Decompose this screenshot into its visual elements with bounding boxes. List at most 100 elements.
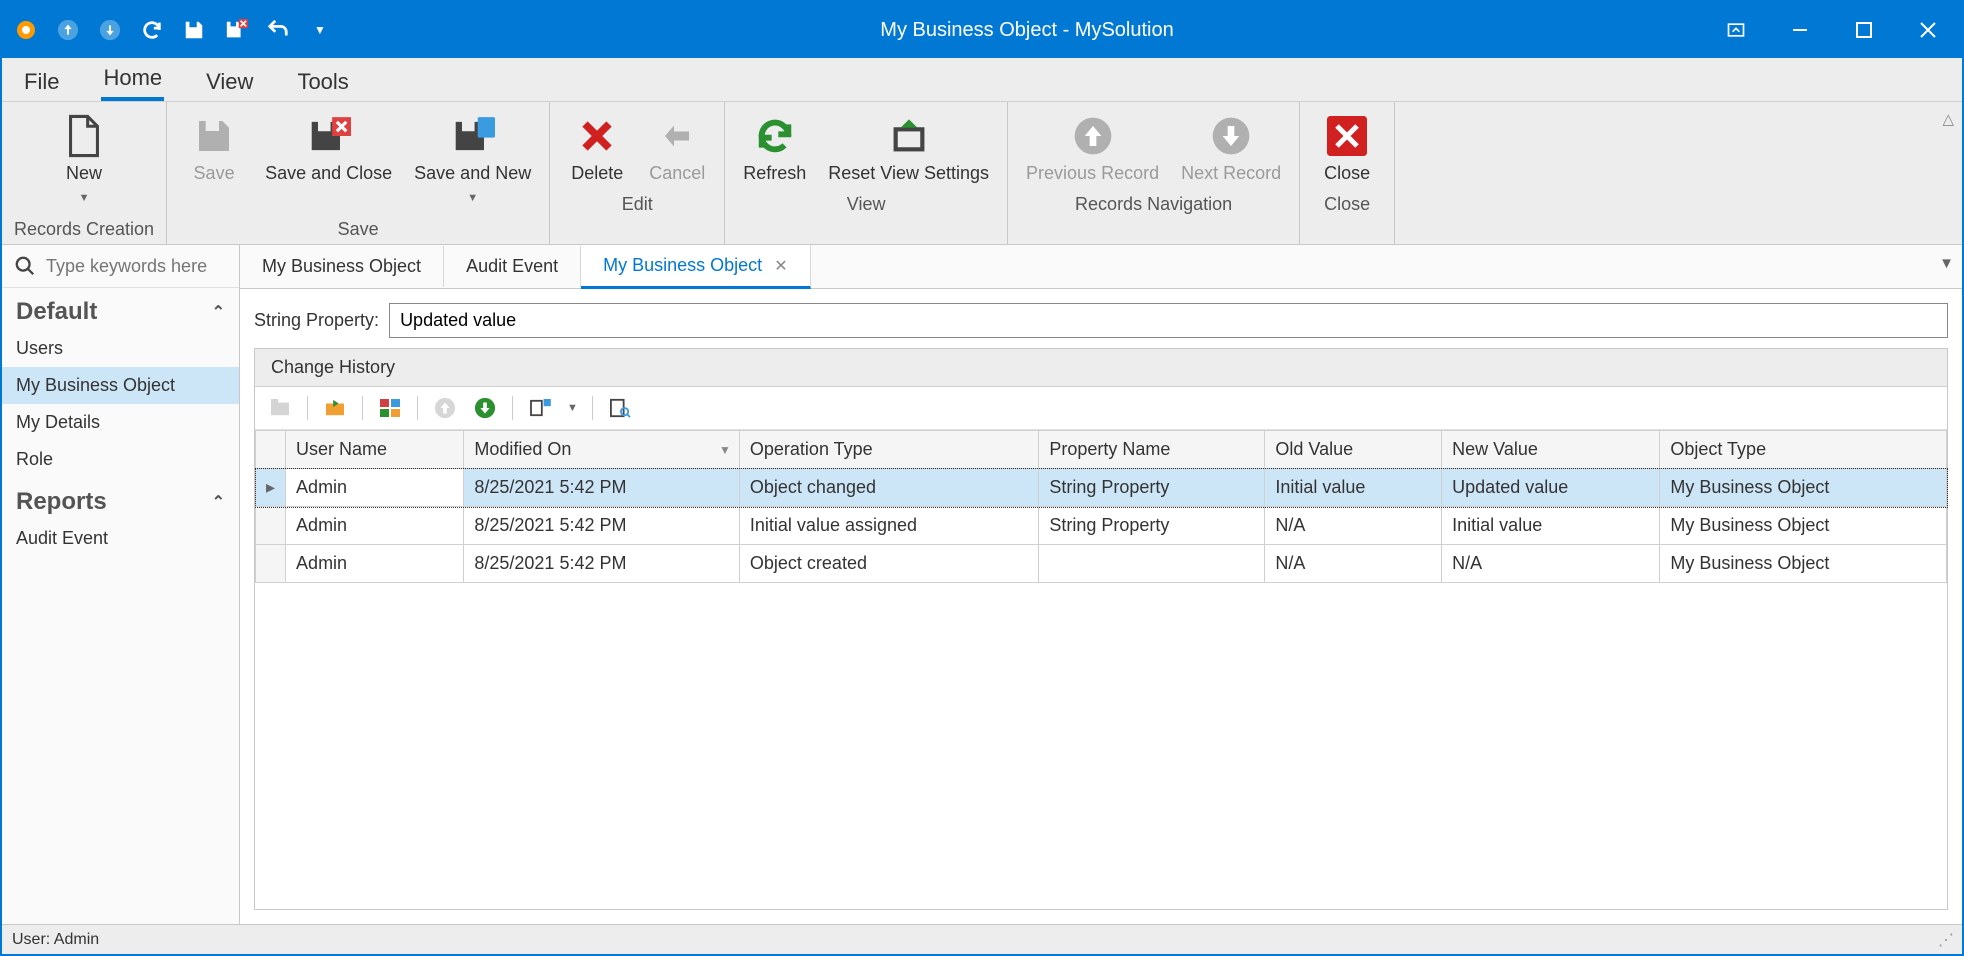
col-object-type[interactable]: Object Type: [1660, 431, 1947, 469]
search-icon[interactable]: [14, 255, 36, 277]
col-property-name[interactable]: Property Name: [1039, 431, 1265, 469]
app-window: ▼ My Business Object - MySolution File H…: [0, 0, 1964, 956]
qat-dropdown-icon[interactable]: ▼: [308, 18, 332, 42]
cell: 8/25/2021 5:42 PM: [464, 469, 740, 507]
close-icon: [1325, 114, 1369, 158]
doc-tab-0-label: My Business Object: [262, 256, 421, 277]
download-icon[interactable]: [98, 18, 122, 42]
doc-tab-2[interactable]: My Business Object ✕: [581, 245, 810, 289]
close-window-icon[interactable]: [1914, 16, 1942, 44]
cancel-label: Cancel: [649, 162, 705, 184]
row-indicator-icon: ▸: [256, 469, 286, 507]
menu-tab-view[interactable]: View: [204, 63, 255, 101]
grid-new-icon[interactable]: [263, 393, 297, 423]
save-icon: [192, 114, 236, 158]
col-new-value[interactable]: New Value: [1442, 431, 1660, 469]
reset-view-icon: [887, 114, 931, 158]
nav-item-role[interactable]: Role: [2, 441, 239, 478]
grid-up-icon[interactable]: [428, 393, 462, 423]
menu-tab-tools[interactable]: Tools: [295, 63, 350, 101]
cell: Updated value: [1442, 469, 1660, 507]
grid-layout-icon[interactable]: [523, 393, 557, 423]
cell: N/A: [1265, 545, 1442, 583]
new-button[interactable]: New▼: [49, 110, 119, 213]
reset-view-button[interactable]: Reset View Settings: [822, 110, 995, 188]
grid-toolbar: ▼: [255, 387, 1947, 430]
gear-icon[interactable]: [14, 18, 38, 42]
doc-tab-1[interactable]: Audit Event: [444, 246, 581, 287]
cell: Initial value: [1265, 469, 1442, 507]
table-row[interactable]: Admin 8/25/2021 5:42 PM Initial value as…: [256, 507, 1947, 545]
close-button[interactable]: Close: [1312, 110, 1382, 188]
col-modified-on[interactable]: Modified On▼: [464, 431, 740, 469]
save-and-close-button[interactable]: Save and Close: [259, 110, 398, 213]
chevron-down-icon[interactable]: ▼: [563, 402, 582, 414]
save-icon[interactable]: [182, 18, 206, 42]
upload-icon[interactable]: [56, 18, 80, 42]
col-user-name[interactable]: User Name: [286, 431, 464, 469]
change-history-panel: Change History ▼: [254, 348, 1948, 910]
document-tabs: My Business Object Audit Event My Busine…: [240, 245, 1962, 289]
ribbon-collapse-icon[interactable]: △: [1942, 110, 1954, 128]
nav-section-reports[interactable]: Reports ⌃: [2, 478, 239, 520]
table-row[interactable]: ▸ Admin 8/25/2021 5:42 PM Object changed…: [256, 469, 1947, 507]
group-label-view: View: [847, 194, 886, 215]
minimize-icon[interactable]: [1786, 16, 1814, 44]
save-button[interactable]: Save: [179, 110, 249, 213]
chevron-up-icon: ⌃: [212, 492, 225, 512]
nav-section-default[interactable]: Default ⌃: [2, 288, 239, 330]
grid-open-icon[interactable]: [318, 393, 352, 423]
grid-preview-icon[interactable]: [603, 393, 637, 423]
cell: 8/25/2021 5:42 PM: [464, 545, 740, 583]
nav-item-my-business-object[interactable]: My Business Object: [2, 367, 239, 404]
cancel-button[interactable]: Cancel: [642, 110, 712, 188]
ribbon-group-save: Save Save and Close Save and New▼ Save: [167, 102, 550, 244]
cell: My Business Object: [1660, 507, 1947, 545]
cell: 8/25/2021 5:42 PM: [464, 507, 740, 545]
status-user: User: Admin: [12, 931, 99, 949]
nav-item-my-details[interactable]: My Details: [2, 404, 239, 441]
statusbar: User: Admin ⋰: [2, 924, 1962, 954]
table-row[interactable]: Admin 8/25/2021 5:42 PM Object created N…: [256, 545, 1947, 583]
col-operation-type[interactable]: Operation Type: [739, 431, 1038, 469]
refresh-icon[interactable]: [140, 18, 164, 42]
doc-tab-2-label: My Business Object: [603, 255, 762, 276]
row-indicator: [256, 545, 286, 583]
cell: Object changed: [739, 469, 1038, 507]
cell: String Property: [1039, 507, 1265, 545]
save-new-icon: [451, 114, 495, 158]
tab-close-icon[interactable]: ✕: [774, 256, 787, 276]
refresh-button[interactable]: Refresh: [737, 110, 812, 188]
nav-item-audit-event[interactable]: Audit Event: [2, 520, 239, 557]
cell: N/A: [1265, 507, 1442, 545]
col-old-value[interactable]: Old Value: [1265, 431, 1442, 469]
refresh-icon: [753, 114, 797, 158]
cell: My Business Object: [1660, 545, 1947, 583]
maximize-icon[interactable]: [1850, 16, 1878, 44]
menu-tab-file[interactable]: File: [22, 63, 61, 101]
save-and-new-button[interactable]: Save and New▼: [408, 110, 537, 213]
main-area: My Business Object Audit Event My Busine…: [240, 245, 1962, 924]
save-close-icon[interactable]: [224, 18, 248, 42]
cell: N/A: [1442, 545, 1660, 583]
grid-header-row: User Name Modified On▼ Operation Type Pr…: [256, 431, 1947, 469]
doc-tab-0[interactable]: My Business Object: [240, 246, 444, 287]
undo-icon[interactable]: [266, 18, 290, 42]
delete-icon: [575, 114, 619, 158]
grid-columns-icon[interactable]: [373, 393, 407, 423]
resize-grip-icon[interactable]: ⋰: [1938, 930, 1952, 950]
cell: My Business Object: [1660, 469, 1947, 507]
nav-item-users[interactable]: Users: [2, 330, 239, 367]
previous-record-button[interactable]: Previous Record: [1020, 110, 1165, 188]
group-label-records-nav: Records Navigation: [1075, 194, 1232, 215]
row-indicator-header: [256, 431, 286, 469]
doc-tabs-dropdown-icon[interactable]: ▼: [1939, 255, 1954, 272]
delete-button[interactable]: Delete: [562, 110, 632, 188]
grid-down-icon[interactable]: [468, 393, 502, 423]
string-property-input[interactable]: [389, 303, 1948, 338]
ribbon-toggle-icon[interactable]: [1722, 16, 1750, 44]
ribbon-group-close: Close Close: [1300, 102, 1395, 244]
next-record-button[interactable]: Next Record: [1175, 110, 1287, 188]
ribbon-group-view: Refresh Reset View Settings View: [725, 102, 1008, 244]
menu-tab-home[interactable]: Home: [101, 59, 164, 101]
